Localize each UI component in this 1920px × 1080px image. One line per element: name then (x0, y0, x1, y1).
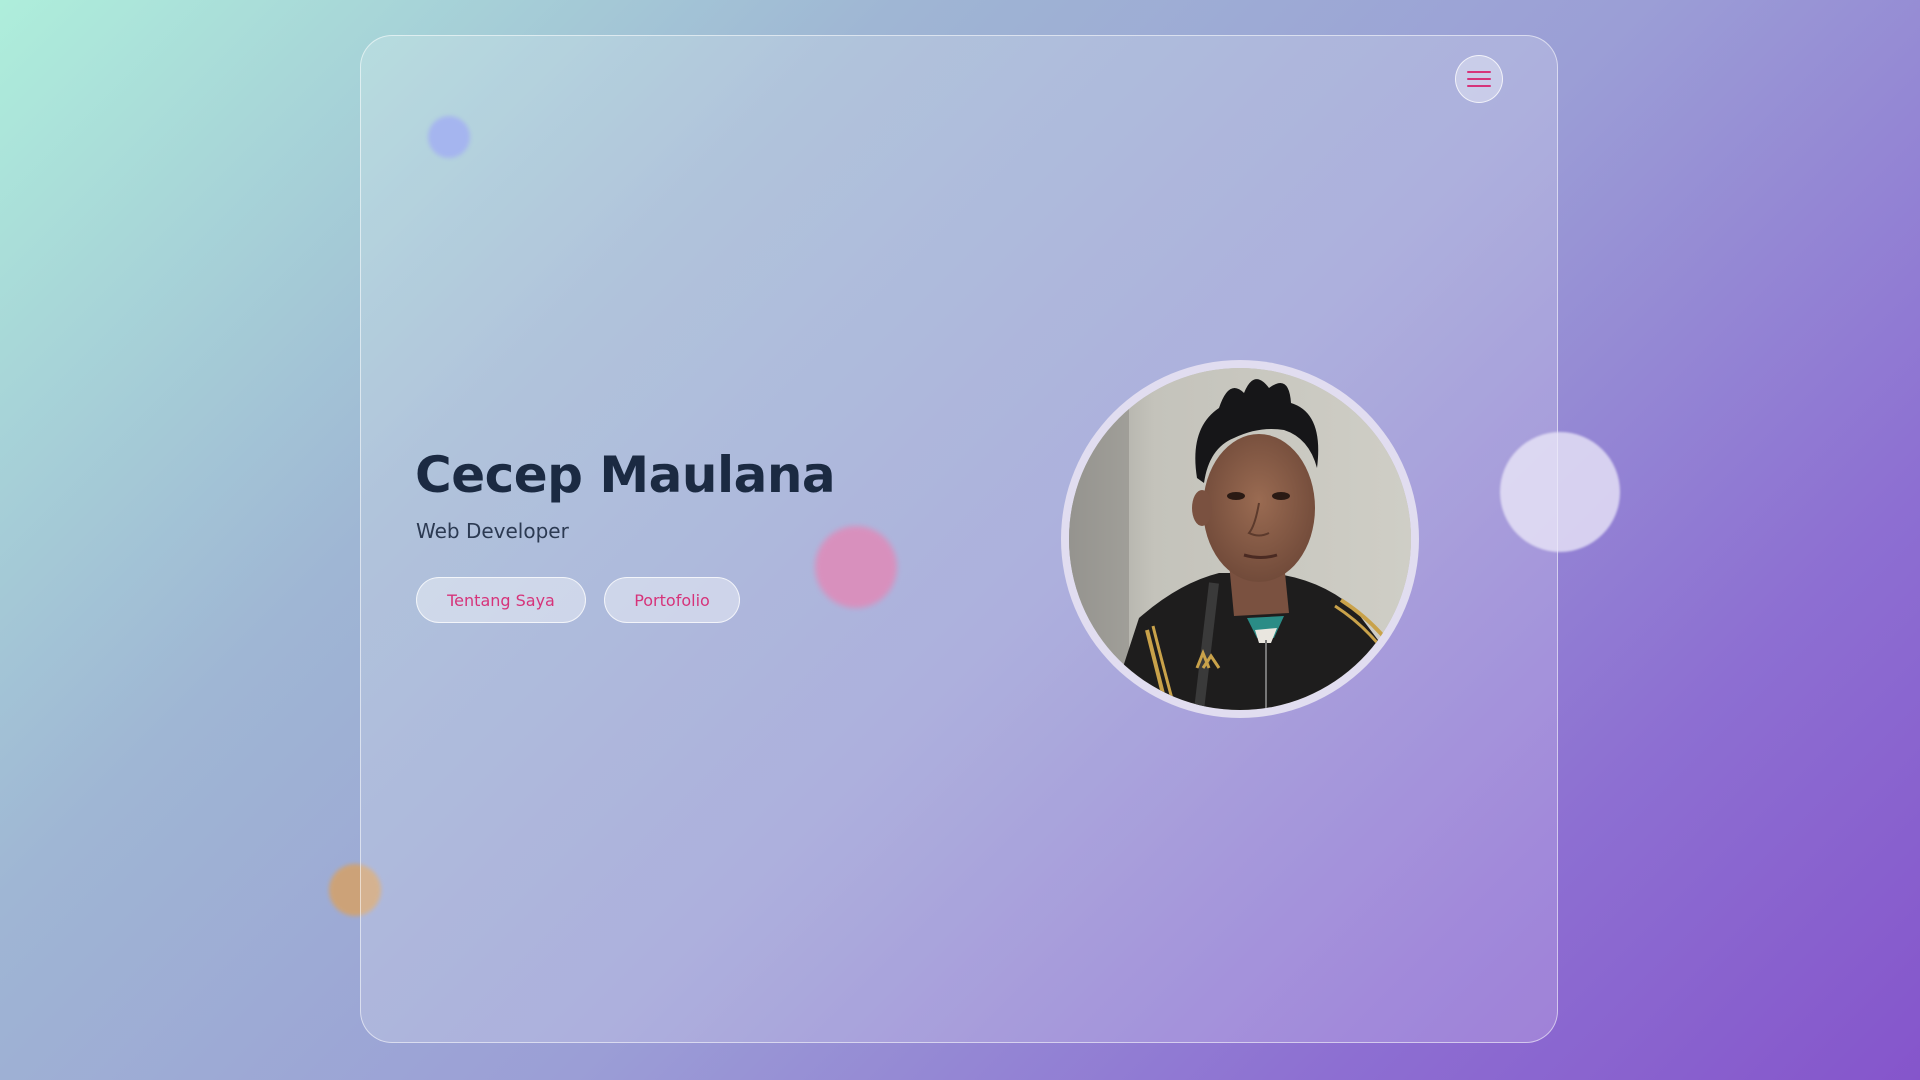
page-background: { "profile": { "name": "Cecep Maulana", … (0, 0, 1920, 1080)
person-portrait-illustration (1069, 368, 1411, 710)
portfolio-button[interactable]: Portofolio (604, 577, 740, 623)
hamburger-menu-icon (1467, 71, 1491, 87)
profile-photo (1061, 360, 1419, 718)
profile-name: Cecep Maulana (415, 446, 836, 504)
decorative-pink-bubble (815, 526, 897, 608)
decorative-white-bubble (1500, 432, 1620, 552)
profile-role: Web Developer (416, 519, 569, 543)
about-me-button[interactable]: Tentang Saya (416, 577, 586, 623)
menu-button[interactable] (1455, 55, 1503, 103)
